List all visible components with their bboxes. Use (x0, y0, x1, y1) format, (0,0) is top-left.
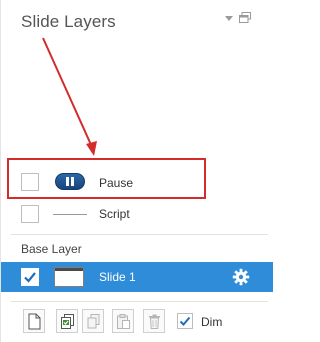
gear-icon[interactable] (232, 268, 250, 286)
copy-button[interactable] (82, 309, 104, 333)
panel-restore-icon[interactable] (239, 12, 251, 23)
section-divider (11, 301, 268, 302)
slide-thumbnail (54, 267, 84, 287)
annotation-highlight-box (7, 158, 206, 199)
base-layer-row-slide-1[interactable]: Slide 1 (1, 262, 273, 292)
section-divider (11, 234, 268, 235)
new-layer-button[interactable] (23, 309, 45, 333)
duplicate-layer-button[interactable] (56, 309, 78, 333)
copy-icon (87, 314, 100, 329)
paste-button[interactable] (112, 309, 134, 333)
delete-icon (149, 314, 160, 329)
panel-header: Slide Layers (1, 0, 273, 36)
base-layer-heading: Base Layer (21, 242, 82, 256)
layer-visibility-checkbox[interactable] (21, 205, 39, 223)
dim-label: Dim (201, 315, 223, 329)
new-layer-icon (28, 313, 41, 330)
checkmark-icon (179, 316, 191, 326)
delete-layer-button[interactable] (143, 309, 165, 333)
paste-icon (117, 314, 130, 329)
slide-layers-panel: Slide Layers Pause Script Base Layer Sli… (0, 0, 273, 342)
layer-row-script[interactable]: Script (1, 199, 273, 229)
dim-checkbox[interactable] (177, 313, 193, 329)
slide-label: Slide 1 (99, 270, 136, 284)
checkmark-icon (24, 272, 36, 283)
duplicate-layer-icon (61, 314, 74, 329)
layer-label: Script (99, 207, 130, 221)
panel-menu-dropdown-icon[interactable] (225, 16, 233, 21)
base-layer-checkbox[interactable] (21, 268, 39, 286)
line-icon (53, 214, 87, 215)
panel-title: Slide Layers (21, 12, 116, 31)
